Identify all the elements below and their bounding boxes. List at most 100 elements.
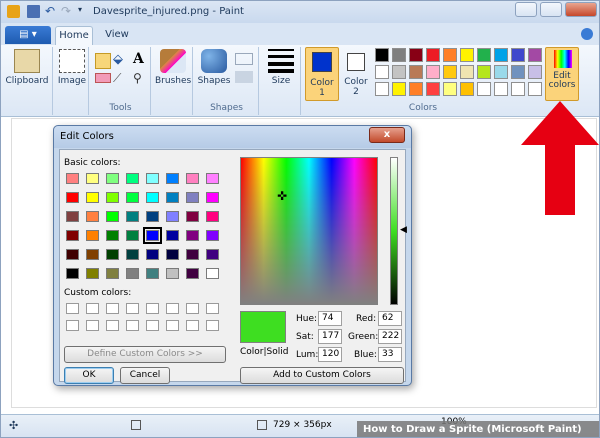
color-spectrum[interactable]: ✜ (240, 157, 378, 305)
basic-color-swatch[interactable] (186, 249, 199, 260)
text-tool-icon[interactable]: A (133, 51, 149, 67)
basic-color-swatch[interactable] (86, 211, 99, 222)
basic-color-swatch[interactable] (66, 173, 79, 184)
basic-color-swatch[interactable] (86, 230, 99, 241)
custom-color-swatch[interactable] (186, 320, 199, 331)
color1-button[interactable]: Color 1 (305, 47, 339, 101)
custom-color-swatch[interactable] (146, 303, 159, 314)
basic-color-swatch[interactable] (106, 249, 119, 260)
color2-button[interactable]: Color 2 (341, 47, 371, 101)
redo-icon[interactable]: ↷ (61, 5, 74, 18)
palette-swatch[interactable] (409, 82, 423, 96)
image-button[interactable]: Image (57, 49, 87, 86)
basic-color-swatch[interactable] (66, 268, 79, 279)
basic-color-swatch[interactable] (86, 249, 99, 260)
basic-color-swatch[interactable] (206, 173, 219, 184)
custom-color-swatch[interactable] (86, 303, 99, 314)
basic-color-swatch[interactable] (166, 230, 179, 241)
basic-color-swatch[interactable] (146, 249, 159, 260)
palette-swatch[interactable] (511, 48, 525, 62)
edit-colors-button[interactable]: Edit colors (545, 47, 579, 101)
basic-color-swatch[interactable] (166, 211, 179, 222)
palette-swatch[interactable] (460, 82, 474, 96)
basic-color-swatch[interactable] (66, 230, 79, 241)
green-field[interactable]: 222 (378, 329, 402, 344)
basic-color-swatch[interactable] (206, 249, 219, 260)
basic-color-swatch[interactable] (66, 249, 79, 260)
paint-app-icon[interactable] (7, 5, 20, 18)
palette-swatch[interactable] (392, 65, 406, 79)
basic-color-swatch[interactable] (206, 211, 219, 222)
tab-view[interactable]: View (99, 26, 135, 45)
ok-button[interactable]: OK (64, 367, 114, 384)
palette-swatch[interactable] (375, 48, 389, 62)
basic-color-swatch[interactable] (106, 173, 119, 184)
basic-color-swatch[interactable] (206, 230, 219, 241)
custom-color-swatch[interactable] (126, 303, 139, 314)
spectrum-crosshair-icon[interactable]: ✜ (277, 190, 287, 202)
palette-swatch[interactable] (477, 48, 491, 62)
help-icon[interactable] (581, 28, 593, 40)
basic-color-swatch[interactable] (106, 192, 119, 203)
brushes-button[interactable]: Brushes (155, 49, 191, 86)
luminance-pointer-icon[interactable]: ◀ (400, 225, 407, 235)
add-to-custom-colors-button[interactable]: Add to Custom Colors (240, 367, 404, 384)
eraser-icon[interactable] (95, 73, 111, 83)
custom-color-swatch[interactable] (206, 320, 219, 331)
custom-color-swatch[interactable] (126, 320, 139, 331)
maximize-button[interactable] (540, 2, 562, 17)
palette-swatch[interactable] (477, 82, 491, 96)
basic-color-swatch[interactable] (186, 173, 199, 184)
cancel-button[interactable]: Cancel (120, 367, 170, 384)
basic-color-swatch[interactable] (146, 173, 159, 184)
define-custom-colors-button[interactable]: Define Custom Colors >> (64, 346, 226, 363)
palette-swatch[interactable] (392, 82, 406, 96)
custom-color-swatch[interactable] (166, 320, 179, 331)
file-menu-button[interactable]: ▤ ▾ (5, 26, 51, 44)
size-button[interactable]: Size (265, 49, 297, 86)
custom-color-swatch[interactable] (86, 320, 99, 331)
shapes-button[interactable]: Shapes (197, 49, 231, 86)
color-picker-icon[interactable]: ⟋ (113, 71, 129, 87)
palette-swatch[interactable] (528, 48, 542, 62)
palette-swatch[interactable] (426, 82, 440, 96)
palette-swatch[interactable] (426, 48, 440, 62)
palette-swatch[interactable] (443, 65, 457, 79)
palette-swatch[interactable] (426, 65, 440, 79)
basic-color-swatch[interactable] (186, 230, 199, 241)
undo-icon[interactable]: ↶ (45, 5, 58, 18)
lum-field[interactable]: 120 (318, 347, 342, 362)
custom-color-swatch[interactable] (166, 303, 179, 314)
custom-color-swatch[interactable] (146, 320, 159, 331)
palette-swatch[interactable] (528, 65, 542, 79)
palette-swatch[interactable] (443, 48, 457, 62)
basic-color-swatch[interactable] (166, 173, 179, 184)
custom-color-swatch[interactable] (186, 303, 199, 314)
palette-swatch[interactable] (409, 65, 423, 79)
fill-icon[interactable]: ⬙ (113, 53, 129, 69)
basic-color-swatch[interactable] (186, 211, 199, 222)
custom-color-swatch[interactable] (106, 303, 119, 314)
palette-swatch[interactable] (409, 48, 423, 62)
palette-swatch[interactable] (494, 82, 508, 96)
basic-color-swatch[interactable] (106, 268, 119, 279)
basic-color-swatch[interactable] (86, 192, 99, 203)
custom-color-swatch[interactable] (106, 320, 119, 331)
basic-color-swatch[interactable] (66, 211, 79, 222)
sat-field[interactable]: 177 (318, 329, 342, 344)
palette-swatch[interactable] (460, 65, 474, 79)
palette-swatch[interactable] (460, 48, 474, 62)
basic-color-swatch[interactable] (146, 268, 159, 279)
palette-swatch[interactable] (375, 65, 389, 79)
palette-swatch[interactable] (494, 48, 508, 62)
pencil-icon[interactable] (95, 53, 111, 69)
hue-field[interactable]: 74 (318, 311, 342, 326)
basic-color-swatch[interactable] (206, 268, 219, 279)
palette-swatch[interactable] (511, 65, 525, 79)
fill-shape-icon[interactable] (235, 71, 253, 83)
basic-color-swatch[interactable] (206, 192, 219, 203)
paste-button[interactable]: Clipboard (5, 49, 49, 86)
luminance-slider[interactable] (390, 157, 398, 305)
basic-color-swatch[interactable] (106, 230, 119, 241)
palette-swatch[interactable] (477, 65, 491, 79)
